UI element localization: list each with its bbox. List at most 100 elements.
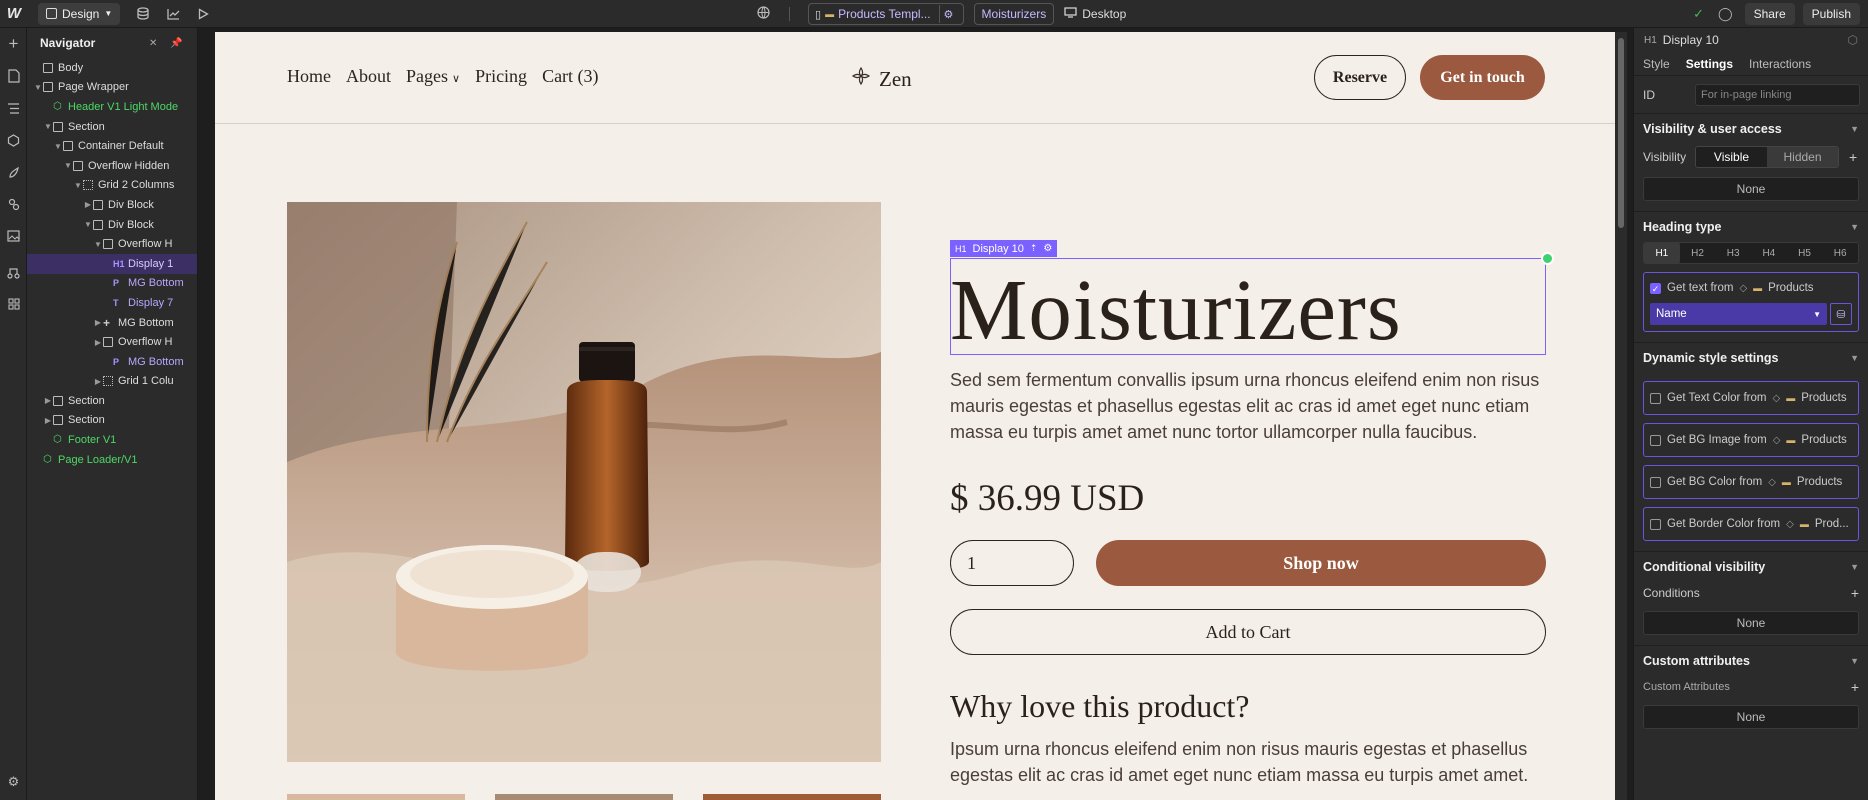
tree-node-text[interactable]: T Display 7 (27, 293, 197, 313)
get-in-touch-button[interactable]: Get in touch (1420, 55, 1545, 100)
tab-settings[interactable]: Settings (1686, 57, 1733, 71)
chevron-down-icon[interactable]: ▼ (83, 220, 93, 229)
chevron-down-icon[interactable]: ▼ (73, 181, 83, 190)
tree-node-section[interactable]: ▶ Section (27, 411, 197, 431)
brand-logo[interactable]: Zen (851, 66, 912, 92)
tree-node-container[interactable]: ▼ Container Default (27, 136, 197, 156)
page-settings-gear-icon[interactable]: ⚙ (938, 5, 957, 23)
thumbnail-image[interactable] (287, 794, 465, 800)
product-heading[interactable]: Moisturizers (950, 265, 1402, 355)
get-text-checkbox[interactable]: ✓ (1650, 282, 1661, 294)
chevron-right-icon[interactable]: ▶ (93, 377, 103, 386)
site-settings-gear-icon[interactable]: ⚙ (0, 766, 27, 798)
component-icon[interactable]: ⬡ (1848, 33, 1858, 47)
comments-icon[interactable]: ◯ (1718, 6, 1733, 22)
webflow-logo-icon[interactable]: W (0, 0, 28, 28)
navigator-icon[interactable] (0, 92, 27, 124)
tree-node-div-block[interactable]: ▼ Div Block (27, 215, 197, 235)
device-selector[interactable]: Desktop (1064, 7, 1126, 21)
chevron-down-icon[interactable]: ▼ (93, 240, 103, 249)
add-elements-icon[interactable]: + (0, 28, 27, 60)
tree-node-overflow[interactable]: ▼ Overflow H (27, 234, 197, 254)
pages-icon[interactable] (0, 60, 27, 92)
product-price[interactable]: $ 36.99 USD (950, 477, 1144, 520)
conditional-visibility-header[interactable]: Conditional visibility ▼ (1634, 552, 1868, 582)
chevron-down-icon[interactable]: ▼ (33, 83, 43, 92)
globe-icon[interactable] (755, 6, 771, 22)
add-attribute-icon[interactable]: + (1851, 679, 1859, 695)
scrollbar-thumb[interactable] (1618, 38, 1624, 228)
preview-play-icon[interactable] (188, 0, 218, 28)
chevron-down-icon[interactable]: ▼ (63, 161, 73, 170)
cms-database-icon[interactable] (128, 0, 158, 28)
dynamic-text-color[interactable]: Get Text Color from ◇ ▬ Products (1643, 381, 1859, 415)
design-mode-button[interactable]: Design ▼ (38, 2, 121, 25)
add-to-cart-button[interactable]: Add to Cart (950, 609, 1546, 655)
heading-level-h3[interactable]: H3 (1715, 243, 1751, 263)
analytics-icon[interactable] (158, 0, 188, 28)
tree-node-section[interactable]: ▼ Section (27, 117, 197, 137)
quantity-input[interactable]: 1 (950, 540, 1074, 586)
tree-node-mg-bottom[interactable]: ▶ + MG Bottom (27, 313, 197, 333)
field-select[interactable]: Name ▼ (1650, 303, 1827, 325)
nav-link-pages[interactable]: Pages ∨ (406, 66, 460, 87)
dynamic-bg-color[interactable]: Get BG Color from ◇ ▬ Products (1643, 465, 1859, 499)
nav-link-about[interactable]: About (346, 66, 391, 87)
visible-option[interactable]: Visible (1696, 147, 1767, 167)
checkbox[interactable] (1650, 434, 1661, 446)
tree-node-header-component[interactable]: ⬡ Header V1 Light Mode (27, 97, 197, 117)
variables-icon[interactable] (0, 188, 27, 220)
tree-node-overflow-hidden[interactable]: ▼ Overflow Hidden (27, 156, 197, 176)
dynamic-bg-image[interactable]: Get BG Image from ◇ ▬ Products (1643, 423, 1859, 457)
reserve-button[interactable]: Reserve (1314, 55, 1406, 100)
tab-interactions[interactable]: Interactions (1749, 57, 1811, 71)
tree-node-paragraph[interactable]: P MG Bottom (27, 352, 197, 372)
collapse-all-icon[interactable]: ✕ (149, 38, 157, 49)
tree-node-heading-selected[interactable]: H1 Display 1 (27, 253, 197, 274)
tree-node-overflow[interactable]: ▶ Overflow H (27, 332, 197, 352)
heading-level-h1[interactable]: H1 (1644, 243, 1680, 263)
tree-node-page-loader[interactable]: ⬡ Page Loader/V1 (27, 450, 197, 470)
pin-icon[interactable]: 📌 (170, 38, 182, 49)
element-label-tag[interactable]: H1 Display 10 ⇡ ⚙ (950, 240, 1058, 257)
why-love-heading[interactable]: Why love this product? (950, 688, 1249, 725)
add-icon[interactable]: + (1849, 149, 1857, 165)
heading-level-h5[interactable]: H5 (1787, 243, 1823, 263)
style-selectors-icon[interactable] (0, 156, 27, 188)
tree-node-grid[interactable]: ▶ Grid 1 Colu (27, 372, 197, 392)
tree-node-div-block[interactable]: ▶ Div Block (27, 195, 197, 215)
dynamic-style-header[interactable]: Dynamic style settings ▼ (1634, 343, 1868, 373)
element-settings-gear-icon[interactable]: ⚙ (1043, 243, 1052, 254)
assets-icon[interactable] (0, 220, 27, 252)
checkbox[interactable] (1650, 518, 1661, 530)
publish-button[interactable]: Publish (1802, 3, 1860, 25)
conditions-none-box[interactable]: None (1643, 611, 1859, 635)
dynamic-border-color[interactable]: Get Border Color from ◇ ▬ Prod... (1643, 507, 1859, 541)
chevron-down-icon[interactable]: ▼ (43, 122, 53, 131)
canvas-scrollbar[interactable] (1615, 32, 1627, 800)
tree-node-page-wrapper[interactable]: ▼ Page Wrapper (27, 78, 197, 98)
select-parent-icon[interactable]: ⇡ (1030, 243, 1038, 254)
components-icon[interactable] (0, 124, 27, 156)
chevron-right-icon[interactable]: ▶ (83, 200, 93, 209)
heading-type-header[interactable]: Heading type ▼ (1634, 212, 1868, 242)
page-selector[interactable]: ▯ ▬ Products Templ... ⚙ (808, 3, 964, 25)
shop-now-button[interactable]: Shop now (1096, 540, 1546, 586)
checkbox[interactable] (1650, 392, 1661, 404)
thumbnail-image[interactable] (703, 794, 881, 800)
heading-level-h2[interactable]: H2 (1680, 243, 1716, 263)
custom-attributes-header[interactable]: Custom attributes ▼ (1634, 646, 1868, 676)
heading-level-h6[interactable]: H6 (1822, 243, 1858, 263)
nav-link-home[interactable]: Home (287, 66, 331, 87)
nav-link-cart[interactable]: Cart (3) (542, 66, 598, 87)
id-input[interactable]: For in-page linking (1695, 83, 1860, 106)
tree-node-paragraph[interactable]: P MG Bottom (27, 274, 197, 294)
nav-link-pricing[interactable]: Pricing (475, 66, 527, 87)
heading-level-h4[interactable]: H4 (1751, 243, 1787, 263)
attributes-none-box[interactable]: None (1643, 705, 1859, 729)
chevron-down-icon[interactable]: ▼ (53, 142, 63, 151)
visibility-none-box[interactable]: None (1643, 177, 1859, 201)
database-icon[interactable]: ⛁ (1830, 303, 1852, 325)
tree-node-section[interactable]: ▶ Section (27, 391, 197, 411)
logic-icon[interactable] (0, 256, 27, 288)
